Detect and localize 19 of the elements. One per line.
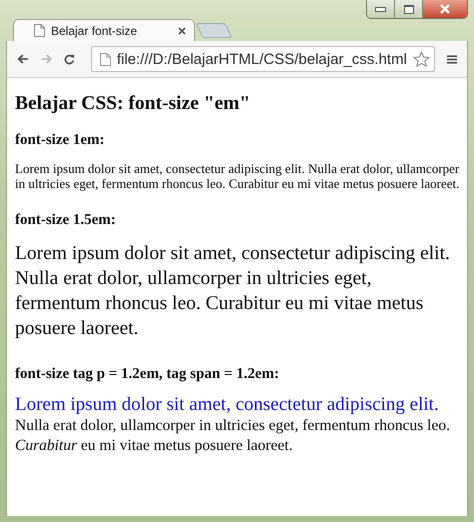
address-field[interactable]: file:///D:/BelajarHTML/CSS/belajar_css.html bbox=[90, 46, 435, 72]
page-icon bbox=[100, 52, 111, 66]
page-heading: Belajar CSS: font-size "em" bbox=[15, 92, 252, 116]
section-heading: font-size tag p = 1.2em, tag span = 1.2em: bbox=[15, 365, 280, 383]
section-heading: font-size 1em: bbox=[15, 131, 106, 149]
maximize-button[interactable] bbox=[395, 0, 423, 18]
browser-tab[interactable]: Belajar font-size bbox=[13, 19, 195, 41]
menu-icon[interactable] bbox=[446, 52, 457, 66]
close-button[interactable] bbox=[423, 0, 467, 18]
paragraph: Lorem ipsum dolor sit amet, consectetur adipiscing elit. Nulla erat dolor, ullamcorper in ultricies eget, fermentum rhoncus leo. Curabitur eu mi vitae metus posuere laoreet. bbox=[15, 242, 451, 341]
paragraph: Lorem ipsum dolor sit amet, consectetur adipiscing elit. Nulla erat dolor, ullamcorper in ultricies eget, fermentum rhoncus leo. Curabitur eu mi vitae metus posuere laoreet. bbox=[15, 161, 460, 191]
close-icon[interactable] bbox=[178, 26, 186, 34]
minimize-button[interactable] bbox=[367, 0, 395, 18]
star-icon[interactable] bbox=[412, 50, 430, 68]
close-icon bbox=[439, 4, 451, 14]
page-icon bbox=[34, 24, 45, 37]
back-icon[interactable] bbox=[17, 52, 29, 66]
paragraph: Lorem ipsum dolor sit amet, consectetur adipiscing elit. Nulla erat dolor, ullamcorper in ultricies eget, fermentum rhoncus leo. Curabitur eu mi vitae metus posuere laoreet. bbox=[15, 395, 451, 456]
section-heading: font-size 1.5em: bbox=[15, 211, 117, 229]
